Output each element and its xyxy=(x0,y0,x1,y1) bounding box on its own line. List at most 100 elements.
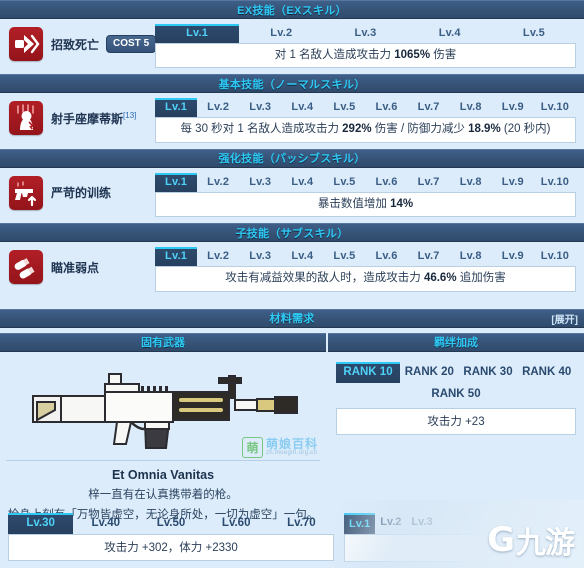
level-tab-lv6[interactable]: Lv.6 xyxy=(365,247,407,266)
level-tab-lv5[interactable]: Lv.5 xyxy=(323,98,365,117)
skill-name-passive: 严苛的训练 xyxy=(51,184,111,201)
bond-rank-tab-rank40[interactable]: RANK 40 xyxy=(517,362,576,383)
level-tab-lv4[interactable]: Lv.4 xyxy=(281,247,323,266)
level-tab-lv4[interactable]: Lv.4 xyxy=(281,98,323,117)
level-tab-lv60[interactable]: Lv.60 xyxy=(204,513,269,534)
moegirl-watermark-text: 萌娘百科 zh.moegirl.org.cn xyxy=(266,438,318,456)
level-tab-lv7[interactable]: Lv.7 xyxy=(408,247,450,266)
level-tab-lv4[interactable]: Lv.4 xyxy=(408,24,492,43)
skill-description-sub: 攻击有减益效果的敌人时，造成攻击力 46.6% 追加伤害 xyxy=(155,266,576,292)
section-title: 强化技能（パッシブスキル） xyxy=(218,153,366,166)
section-header-material: 材料需求 [展开] xyxy=(0,308,584,328)
level-tab-lv1[interactable]: Lv.1 xyxy=(155,24,240,43)
weapon-section-title: 固有武器 xyxy=(141,337,185,349)
skill-identity-passive: 严苛的训练 xyxy=(0,173,155,213)
level-tab-lv10[interactable]: Lv.10 xyxy=(534,247,576,266)
level-tab-lv9[interactable]: Lv.9 xyxy=(492,173,534,192)
weapon-stats: 攻击力 +302，体力 +2330 xyxy=(8,534,334,561)
weapon-bond-columns: 固有武器 萌 萌娘百科 zh.moegirl.org.cn Et Omnia V… xyxy=(0,332,584,522)
level-tab-lv1[interactable]: Lv.1 xyxy=(155,247,198,267)
level-tab-lv40[interactable]: Lv.40 xyxy=(73,513,138,534)
level-tab-lv7[interactable]: Lv.7 xyxy=(408,173,450,192)
level-tab-list-ex[interactable]: Lv.1 Lv.2 Lv.3 Lv.4 Lv.5 xyxy=(155,24,576,43)
weapon-level-panel: Lv.30 Lv.40 Lv.50 Lv.60 Lv.70 攻击力 +302，体力 +2… xyxy=(0,513,342,562)
section-header-passive-skill: 强化技能（パッシブスキル） xyxy=(0,148,584,168)
level-tab-lv2[interactable]: Lv.2 xyxy=(239,24,323,43)
level-tab-lv5[interactable]: Lv.5 xyxy=(323,247,365,266)
skill-name-text: 严苛的训练 xyxy=(51,186,112,201)
moegirl-watermark: 萌 萌娘百科 zh.moegirl.org.cn xyxy=(241,436,318,458)
level-tab-lv3[interactable]: Lv.3 xyxy=(239,98,281,117)
level-tab-lv70[interactable]: Lv.70 xyxy=(269,513,334,534)
level-tab-lv50[interactable]: Lv.50 xyxy=(138,513,203,534)
skill-name-ex: 招致死亡 xyxy=(51,36,99,53)
level-tab-lv5[interactable]: Lv.5 xyxy=(323,173,365,192)
skill-name-normal: 射手座摩蒂斯[13] xyxy=(51,110,136,127)
bond-rank-tab-rank20[interactable]: RANK 20 xyxy=(400,362,459,383)
bond-rank-tab-rank30[interactable]: RANK 30 xyxy=(459,362,518,383)
skill-description-passive: 暴击数值增加 14% xyxy=(155,191,576,218)
bond-rank-tab-rank10[interactable]: RANK 10 xyxy=(336,361,400,383)
spacer xyxy=(0,297,584,309)
bond-rank-tabs-row2[interactable]: RANK 50 xyxy=(336,383,576,406)
level-tab-lv3[interactable]: Lv.3 xyxy=(239,247,281,266)
level-tab-lv3[interactable]: Lv.3 xyxy=(323,24,407,43)
bond-level-tabs[interactable]: Lv.1 Lv.2 Lv.3 xyxy=(344,513,584,534)
bond-column: 羁绊加成 RANK 10 RANK 20 RANK 30 RANK 40 RANK 5… xyxy=(328,332,584,522)
skill-cost-badge: COST 5 xyxy=(106,35,157,53)
section-header-sub-skill: 子技能（サブスキル） xyxy=(0,223,584,243)
skill-identity-ex: 招致死亡 COST 5 xyxy=(0,24,157,64)
section-header-ex-skill: EX技能（EXスキル） xyxy=(0,0,584,19)
section-title: 基本技能（ノーマルスキル） xyxy=(218,78,366,91)
level-tab-lv2[interactable]: Lv.2 xyxy=(375,513,406,534)
level-tab-lv7[interactable]: Lv.7 xyxy=(408,98,450,117)
level-tab-lv1[interactable]: Lv.1 xyxy=(344,513,376,534)
bond-section-title: 羁绊加成 xyxy=(434,337,478,349)
level-tab-lv8[interactable]: Lv.8 xyxy=(450,98,492,117)
column-header-bond: 羁绊加成 xyxy=(328,332,584,352)
divider xyxy=(6,459,320,461)
level-tab-lv30[interactable]: Lv.30 xyxy=(8,513,74,534)
level-tab-lv4[interactable]: Lv.4 xyxy=(281,173,323,192)
skill-name-sub: 瞄准弱点 xyxy=(51,259,99,276)
bottom-level-rows: Lv.30 Lv.40 Lv.50 Lv.60 Lv.70 攻击力 +302，体力 +2… xyxy=(0,513,584,562)
level-tab-lv2[interactable]: Lv.2 xyxy=(197,173,239,192)
level-tab-lv1[interactable]: Lv.1 xyxy=(155,172,198,192)
bond-stats: 攻击力 +23 xyxy=(336,407,576,435)
level-tab-lv8[interactable]: Lv.8 xyxy=(450,247,492,266)
level-tab-lv2[interactable]: Lv.2 xyxy=(197,98,239,117)
moegirl-title: 萌娘百科 xyxy=(265,437,318,451)
level-tab-lv9[interactable]: Lv.9 xyxy=(492,247,534,266)
ghost-hand-icon xyxy=(9,101,43,136)
skill-name-text: 瞄准弱点 xyxy=(51,260,100,275)
material-expand-link[interactable]: [展开] xyxy=(551,311,578,326)
skill-identity-normal: 射手座摩蒂斯[13] xyxy=(0,98,155,138)
level-tab-lv3[interactable]: Lv.3 xyxy=(406,513,437,534)
level-tab-lv6[interactable]: Lv.6 xyxy=(365,173,407,192)
bond-rank-tab-rank50[interactable]: RANK 50 xyxy=(419,386,492,404)
bond-rank-tabs-row1[interactable]: RANK 10 RANK 20 RANK 30 RANK 40 xyxy=(336,361,576,383)
level-tab-lv5[interactable]: Lv.5 xyxy=(492,24,576,43)
level-tab-lv2[interactable]: Lv.2 xyxy=(197,247,239,266)
skill-name-text: 招致死亡 xyxy=(51,37,100,52)
column-header-weapon: 固有武器 xyxy=(0,332,326,352)
skill-description-ex: 对 1 名敌人造成攻击力 1065% 伤害 xyxy=(155,43,576,69)
arrow-burst-icon xyxy=(9,27,43,61)
level-tab-lv1[interactable]: Lv.1 xyxy=(155,98,198,118)
skill-levels-passive: Lv.1 Lv.2 Lv.3 Lv.4 Lv.5 Lv.6 Lv.7 Lv.8 Lv.9 Lv.1… xyxy=(155,172,584,218)
level-tab-list-normal[interactable]: Lv.1 Lv.2 Lv.3 Lv.4 Lv.5 Lv.6 Lv.7 Lv.8 Lv.9 Lv.1… xyxy=(155,98,576,118)
weapon-level-tabs[interactable]: Lv.30 Lv.40 Lv.50 Lv.60 Lv.70 xyxy=(8,513,334,534)
level-tab-lv9[interactable]: Lv.9 xyxy=(492,98,534,117)
level-tab-lv10[interactable]: Lv.10 xyxy=(534,173,576,192)
level-tab-lv6[interactable]: Lv.6 xyxy=(365,98,407,117)
level-tab-list-passive[interactable]: Lv.1 Lv.2 Lv.3 Lv.4 Lv.5 Lv.6 Lv.7 Lv.8 Lv.9 Lv.1… xyxy=(155,172,576,192)
weapon-column: 固有武器 萌 萌娘百科 zh.moegirl.org.cn Et Omnia V… xyxy=(0,332,326,522)
bond-level-stats xyxy=(344,534,584,562)
level-tab-lv3[interactable]: Lv.3 xyxy=(239,173,281,192)
weapon-image: 萌 萌娘百科 zh.moegirl.org.cn xyxy=(0,352,326,460)
skill-name-footnote[interactable]: [13] xyxy=(123,111,136,120)
level-tab-lv8[interactable]: Lv.8 xyxy=(450,173,492,192)
level-tab-list-sub[interactable]: Lv.1 Lv.2 Lv.3 Lv.4 Lv.5 Lv.6 Lv.7 Lv.8 Lv.9 Lv.1… xyxy=(155,247,576,267)
level-tab-lv10[interactable]: Lv.10 xyxy=(534,98,576,117)
pistol-up-icon xyxy=(9,175,43,210)
